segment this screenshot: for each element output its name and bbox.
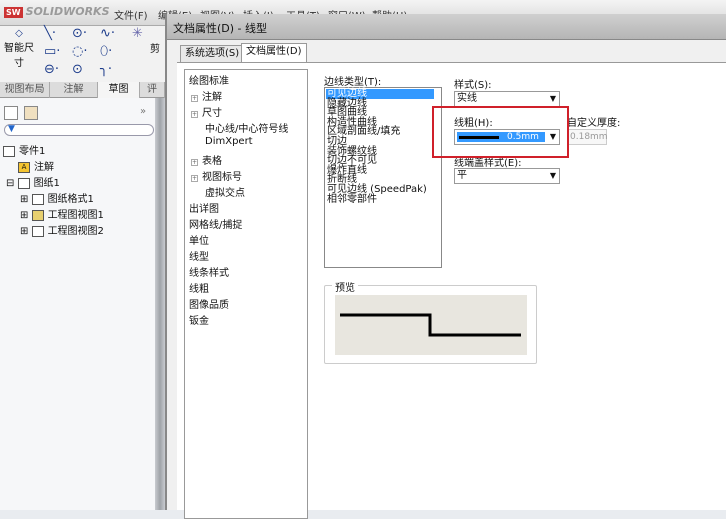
- tree-label: 尺寸: [202, 108, 222, 119]
- tree-item-drawing-view-2[interactable]: ⊞ 工程图视图2: [20, 222, 104, 237]
- edge-type-list[interactable]: 可见边线 隐藏边线 草图曲线 构造性曲线 区域剖面线/填充 切边 装饰螺纹线 切…: [324, 87, 442, 268]
- chevron-down-icon: ▼: [549, 171, 556, 180]
- tree-drafting-standard[interactable]: 绘图标准: [189, 72, 229, 87]
- trim-button[interactable]: 剪: [150, 40, 160, 55]
- preview-canvas: [335, 295, 527, 355]
- tree-item-label: 图纸格式1: [47, 194, 94, 205]
- rectangle-icon[interactable]: ▭·: [44, 44, 60, 59]
- tree-sheet-metal[interactable]: 钣金: [189, 312, 209, 327]
- tree-item-sheet[interactable]: ⊟ 图纸1: [6, 174, 60, 189]
- tab-system-options[interactable]: 系统选项(S): [180, 45, 245, 62]
- end-cap-value: 平: [457, 170, 467, 181]
- chevron-down-icon: ▼: [549, 94, 556, 103]
- tree-item-drawing-view-1[interactable]: ⊞ 工程图视图1: [20, 206, 104, 221]
- feature-tree-tab-icon[interactable]: [4, 106, 18, 120]
- tree-grid-snap[interactable]: 网格线/捕捉: [189, 216, 242, 231]
- command-manager-tabs: 视图布局 注解 草图 评: [0, 82, 165, 98]
- tree-line-thickness[interactable]: 线粗: [189, 280, 209, 295]
- tree-line-style[interactable]: 线条样式: [189, 264, 229, 279]
- tree-item-label: 图纸1: [33, 178, 60, 189]
- expand-icon: +: [191, 175, 198, 182]
- expand-panel-button[interactable]: »: [140, 106, 146, 117]
- tree-label: 注解: [202, 92, 222, 103]
- feature-manager-panel: » ▼ 零件1 A 注解 ⊟ 图纸1 ⊞ 图纸格式1 ⊞ 工程图视图1 ⊞ 工程图…: [0, 98, 155, 510]
- tree-label: 视图标号: [202, 172, 242, 183]
- edge-type-item[interactable]: 相邻零部件: [326, 194, 440, 205]
- tree-item-label: 零件1: [19, 146, 46, 157]
- arc-icon[interactable]: ◌·: [72, 44, 87, 59]
- tab-sketch[interactable]: 草图: [98, 82, 140, 98]
- tree-item-label: 工程图视图2: [47, 226, 104, 237]
- expand-icon: +: [191, 111, 198, 118]
- tree-view-labels[interactable]: + 视图标号: [191, 168, 242, 183]
- preview-label: 预览: [332, 279, 358, 294]
- tree-label: 表格: [202, 156, 222, 167]
- dialog-title: 文档属性(D) - 线型: [173, 22, 268, 35]
- sheet-format-icon: [31, 193, 44, 205]
- tree-virtual-sharps[interactable]: 虚拟交点: [205, 184, 245, 199]
- property-manager-tab-icon[interactable]: [24, 106, 38, 120]
- fillet-icon[interactable]: ╮·: [100, 62, 112, 77]
- tree-units[interactable]: 单位: [189, 232, 209, 247]
- end-cap-select[interactable]: 平 ▼: [454, 168, 560, 184]
- logo-badge: SW: [4, 7, 23, 18]
- tree-annotations[interactable]: + 注解: [191, 88, 222, 103]
- expand-icon: +: [191, 159, 198, 166]
- panel-splitter[interactable]: [155, 98, 165, 510]
- line-preview: [340, 313, 521, 337]
- tree-item-annotations[interactable]: A 注解: [18, 158, 54, 173]
- style-select[interactable]: 实线 ▼: [454, 91, 560, 107]
- smart-dimension-button[interactable]: ◇ 智能尺寸: [4, 28, 34, 69]
- tab-evaluate[interactable]: 评: [140, 82, 165, 98]
- tree-dimensions[interactable]: + 尺寸: [191, 104, 222, 119]
- property-tree: 绘图标准 + 注解 + 尺寸 中心线/中心符号线 DimXpert + 表格 + 视图标…: [184, 69, 308, 519]
- dialog-title-bar: 文档属性(D) - 线型: [167, 14, 726, 40]
- drawing-icon: [3, 145, 15, 157]
- ellipse-icon[interactable]: ⬯·: [100, 44, 112, 59]
- tree-tables[interactable]: + 表格: [191, 152, 222, 167]
- filter-icon: ▼: [8, 124, 15, 134]
- tree-item-part[interactable]: 零件1: [3, 142, 45, 157]
- tree-item-sheet-format[interactable]: ⊞ 图纸格式1: [20, 190, 94, 205]
- expand-icon: +: [191, 95, 198, 102]
- solidworks-logo: SW SOLIDWORKS: [4, 5, 110, 18]
- polygon-icon[interactable]: ⊙: [72, 62, 83, 77]
- tree-detailing[interactable]: 出详图: [189, 200, 219, 215]
- drawing-view-icon: [31, 225, 44, 237]
- tree-image-quality[interactable]: 图像品质: [189, 296, 229, 311]
- smart-dimension-label: 智能尺寸: [4, 43, 34, 69]
- circle-icon[interactable]: ⊙·: [72, 26, 87, 41]
- dialog-content: 绘图标准 + 注解 + 尺寸 中心线/中心符号线 DimXpert + 表格 + 视图标…: [177, 62, 726, 519]
- menu-file[interactable]: 文件(F): [114, 7, 148, 22]
- sheet-icon: [17, 177, 30, 189]
- point-icon[interactable]: ✳: [132, 26, 143, 41]
- style-value: 实线: [457, 93, 477, 104]
- annotation-highlight-box: [432, 106, 569, 158]
- custom-thickness-input[interactable]: 0.18mm: [567, 129, 608, 145]
- tree-line-font[interactable]: 线型: [189, 248, 209, 263]
- tab-document-properties[interactable]: 文档属性(D): [241, 43, 307, 63]
- annotation-icon: A: [18, 161, 30, 173]
- document-properties-dialog: 文档属性(D) - 线型 系统选项(S) 文档属性(D) 绘图标准 + 注解 + 尺…: [165, 14, 726, 519]
- tree-item-label: 注解: [34, 162, 54, 173]
- edge-type-label: 边线类型(T):: [324, 77, 382, 88]
- tree-filter-input[interactable]: ▼: [4, 124, 154, 136]
- logo-text: SOLIDWORKS: [25, 5, 110, 18]
- drawing-view-icon: [31, 209, 44, 221]
- tree-item-label: 工程图视图1: [47, 210, 104, 221]
- tree-centerlines[interactable]: 中心线/中心符号线: [205, 120, 288, 135]
- spline-icon[interactable]: ∿·: [100, 26, 115, 41]
- sketch-toolbar: ◇ 智能尺寸 ╲· ⊙· ∿· ✳ ▭· ◌· ⬯· ⊖· ⊙ ╮· 剪: [0, 26, 165, 82]
- dimension-icon: ◇: [15, 28, 23, 39]
- tab-view-layout[interactable]: 视图布局: [0, 82, 50, 98]
- tab-annotation[interactable]: 注解: [50, 82, 98, 98]
- tree-dimxpert[interactable]: DimXpert: [205, 136, 253, 147]
- slot-icon[interactable]: ⊖·: [44, 62, 59, 77]
- custom-thickness-label: 自定义厚度:: [567, 118, 621, 129]
- style-label: 样式(S):: [454, 80, 492, 91]
- line-icon[interactable]: ╲·: [44, 26, 56, 41]
